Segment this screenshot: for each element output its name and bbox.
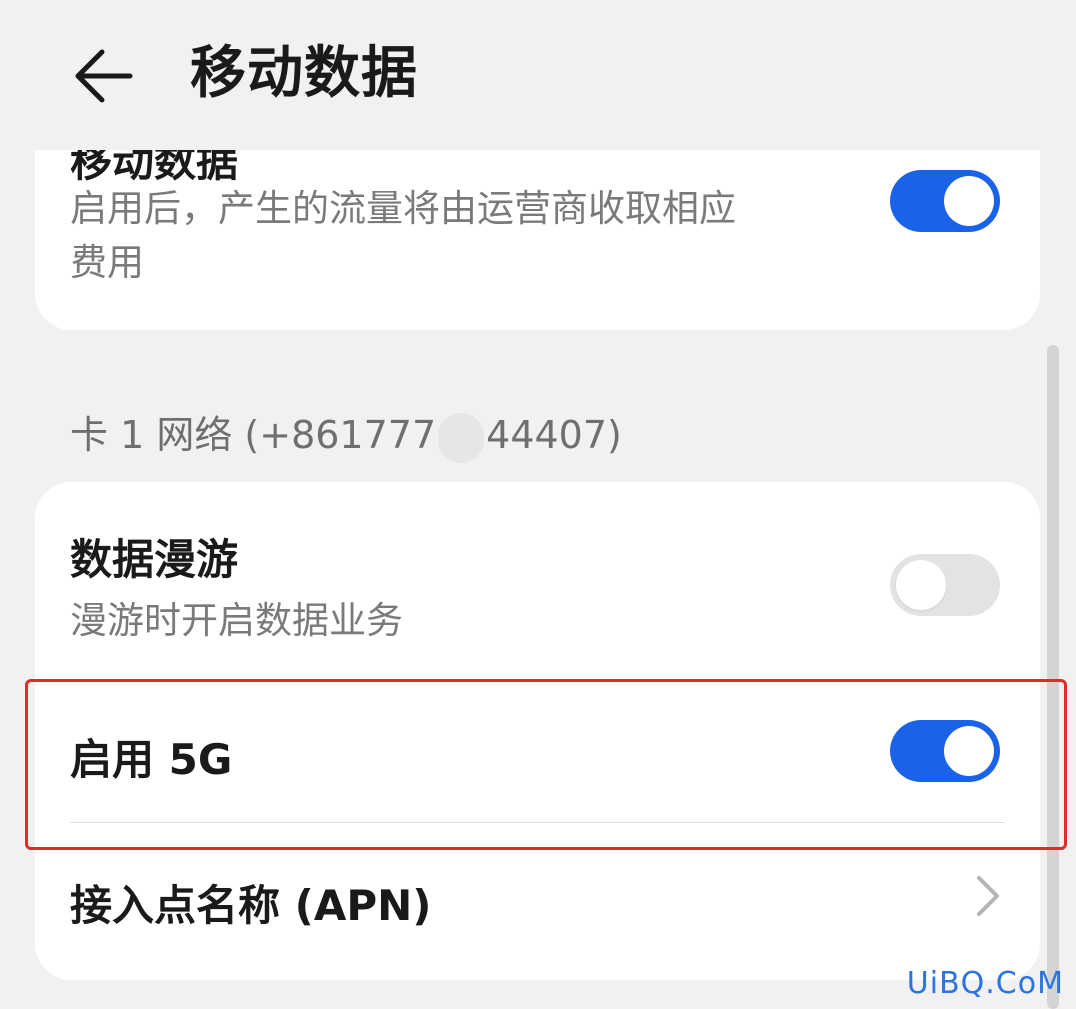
- mobile-data-subtitle-line2: 费用: [70, 241, 144, 284]
- roaming-subtitle: 漫游时开启数据业务: [70, 599, 403, 642]
- toggle-knob: [944, 176, 994, 226]
- roaming-title: 数据漫游: [70, 535, 239, 584]
- sim-network-label-prefix: 卡 1 网络 (+861777: [70, 413, 437, 457]
- app-header: 移动数据: [0, 0, 1076, 150]
- toggle-knob: [944, 726, 994, 776]
- chevron-right-icon: [977, 876, 999, 916]
- roaming-toggle[interactable]: [890, 554, 1000, 616]
- sim-network-label-suffix: 44407): [486, 413, 622, 457]
- apn-title: 接入点名称 (APN): [70, 881, 432, 930]
- sim-settings-card: 数据漫游 漫游时开启数据业务 启用 5G 接入点名称 (APN): [35, 482, 1040, 980]
- sim-network-label: 卡 1 网络 (+861777 44407): [70, 404, 622, 463]
- watermark: UiBQ.CoM: [906, 966, 1064, 1001]
- enable-5g-title: 启用 5G: [70, 735, 233, 784]
- mobile-data-subtitle-line1: 启用后，产生的流量将由运营商收取相应: [70, 187, 736, 230]
- toggle-knob: [896, 560, 946, 610]
- arrow-left-icon[interactable]: [68, 40, 140, 112]
- redacted-blur: [438, 412, 485, 463]
- scrollbar[interactable]: [1047, 345, 1059, 1009]
- page-title: 移动数据: [190, 41, 418, 106]
- enable-5g-toggle[interactable]: [890, 720, 1000, 782]
- mobile-data-toggle[interactable]: [890, 170, 1000, 232]
